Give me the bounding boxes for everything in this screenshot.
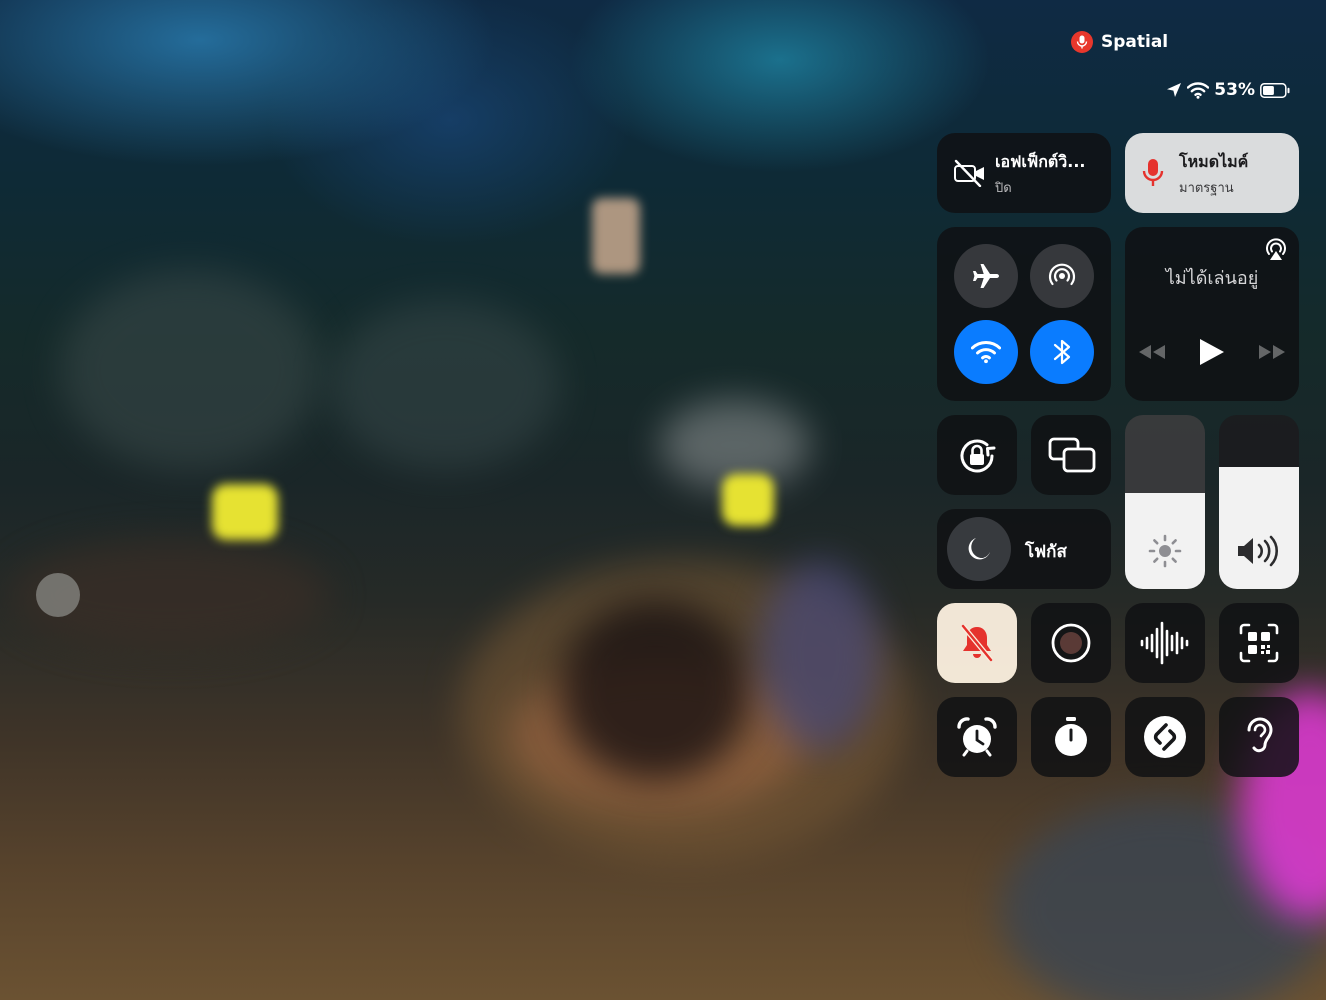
bell-slash-icon [959,623,995,663]
status-bar: 53% [1166,80,1290,100]
shazam-icon [1143,715,1187,759]
airdrop-icon [1046,260,1078,292]
alarm-button[interactable] [937,697,1017,777]
fast-forward-icon[interactable] [1257,343,1287,361]
video-effects-status: ปิด [995,181,1012,196]
speaker-icon [1235,535,1283,567]
ear-icon [1243,716,1277,758]
wifi-icon [971,340,1001,364]
mic-recording-indicator[interactable]: Spatial [1071,30,1168,54]
connectivity-module [937,227,1111,401]
location-icon [1166,82,1182,98]
sun-icon [1147,533,1183,569]
battery-icon [1260,82,1290,98]
screen-recording-button[interactable] [1031,603,1111,683]
wifi-icon [1187,81,1210,99]
video-effects-title: เอฟเฟ็กต์วิ... [995,152,1086,171]
microphone-icon [1141,158,1165,188]
assistive-touch-button[interactable] [36,573,80,617]
timer-button[interactable] [1031,697,1111,777]
waveform-icon [1139,621,1191,665]
timer-icon [1052,716,1090,758]
airplane-mode-toggle[interactable] [954,244,1018,308]
airplay-icon[interactable] [1263,237,1289,263]
code-scanner-button[interactable] [1219,603,1299,683]
moon-icon [966,536,992,562]
brightness-slider[interactable] [1125,415,1205,589]
now-playing-module: ไม่ได้เล่นอยู่ [1125,227,1299,401]
screen-mirroring-icon [1048,437,1096,473]
airdrop-toggle[interactable] [1030,244,1094,308]
orientation-lock-button[interactable] [937,415,1017,495]
airplane-icon [971,261,1001,291]
battery-percentage: 53% [1214,80,1255,100]
recording-app-label: Spatial [1101,32,1169,52]
mic-mode-status: มาตรฐาน [1179,181,1234,196]
bluetooth-toggle[interactable] [1030,320,1094,384]
focus-tile[interactable]: โฟกัส [937,509,1111,589]
bluetooth-icon [1052,337,1072,367]
voice-memos-button[interactable] [1125,603,1205,683]
mic-mode-title: โหมดไมค์ [1179,152,1249,171]
hearing-button[interactable] [1219,697,1299,777]
play-icon[interactable] [1197,337,1225,367]
focus-toggle[interactable] [947,517,1011,581]
qr-code-icon [1239,623,1279,663]
screen-mirroring-button[interactable] [1031,415,1111,495]
video-off-icon [953,159,987,187]
wifi-toggle[interactable] [954,320,1018,384]
screen-record-icon [1050,622,1092,664]
rotation-lock-icon [955,434,999,478]
silent-mode-button[interactable] [937,603,1017,683]
shazam-button[interactable] [1125,697,1205,777]
now-playing-status: ไม่ได้เล่นอยู่ [1165,268,1259,289]
volume-level-fill [1219,467,1299,589]
mic-mode-tile[interactable]: โหมดไมค์ มาตรฐาน [1125,133,1299,213]
volume-slider[interactable] [1219,415,1299,589]
rewind-icon[interactable] [1137,343,1167,361]
microphone-icon [1071,31,1093,53]
alarm-icon [956,716,998,758]
video-effects-tile[interactable]: เอฟเฟ็กต์วิ... ปิด [937,133,1111,213]
focus-label: โฟกัส [1025,542,1067,562]
